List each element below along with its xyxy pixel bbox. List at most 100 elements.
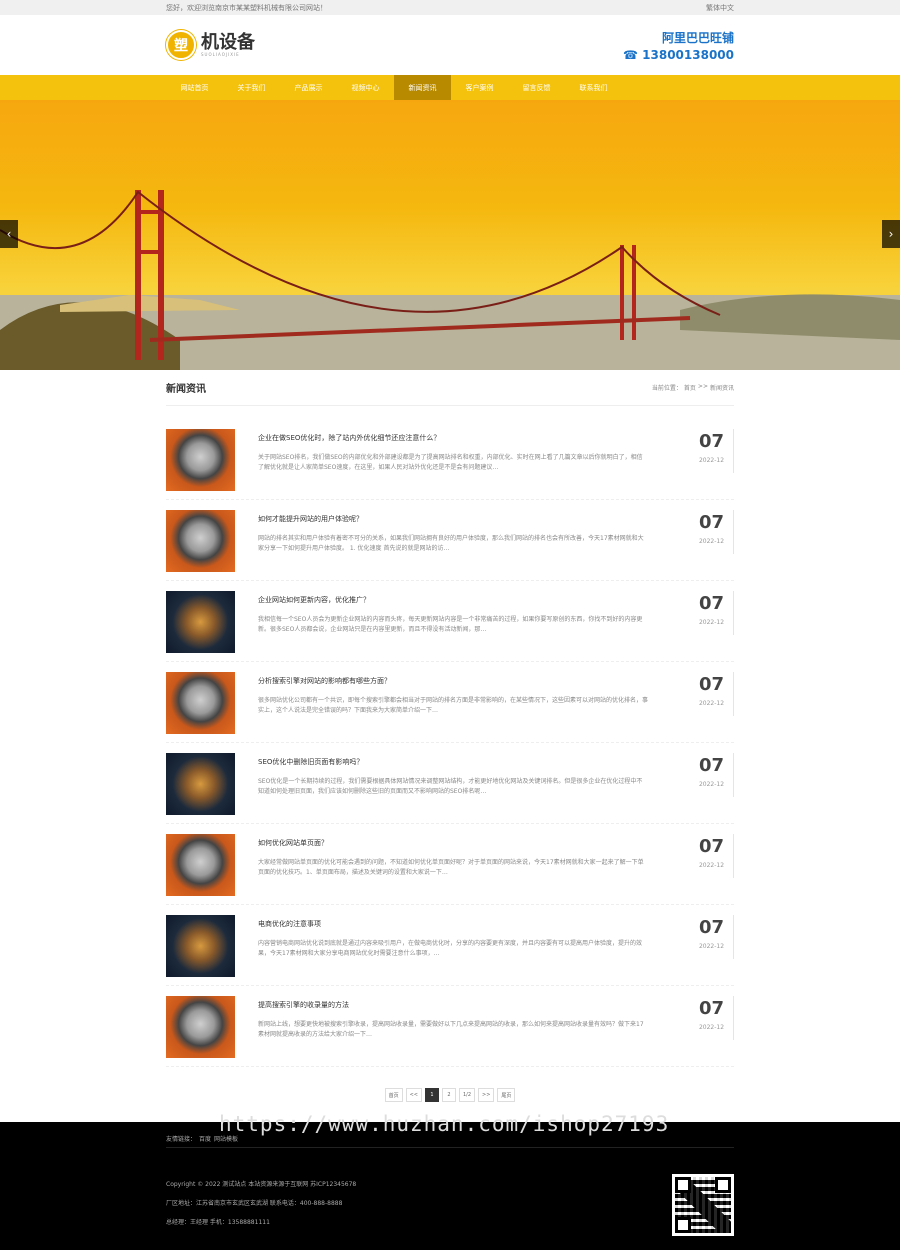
news-date: 07 2022-12 [690, 510, 734, 554]
news-summary: 大家经常做网站单页面的优化可能会遇到的问题，不知道如何优化单页面好呢？对于单页面… [258, 859, 644, 876]
news-item: SEO优化中删除旧页面有影响吗？ SEO优化是一个长期持续的过程，我们需要根据具体… [166, 743, 734, 824]
news-title[interactable]: 分析搜索引擎对网站的影响都有哪些方面？ [258, 676, 648, 686]
news-title[interactable]: 如何才能提升网站的用户体验呢？ [258, 514, 648, 524]
nav-item-7[interactable]: 联系我们 [565, 75, 622, 100]
news-date-month: 2022-12 [698, 457, 725, 464]
breadcrumb-current[interactable]: 新闻资讯 [710, 383, 734, 392]
news-date-day: 07 [698, 755, 725, 776]
header: 塑 机设备 SUOLIAOJIXIE 阿里巴巴旺铺 ☎ 13800138000 [0, 15, 900, 75]
news-summary: 我相信每一个SEO人员会为更新企业网站的内容而头疼，每天更新网站内容是一个非常痛… [258, 616, 643, 633]
news-date-day: 07 [698, 431, 725, 452]
news-title[interactable]: 提高搜索引擎的收录量的方法 [258, 1000, 648, 1010]
news-summary: 新网站上线，想要更快地被搜索引擎收录，提高网站收录量，需要做好以下几点来提高网站… [258, 1021, 644, 1038]
news-list: 企业在做SEO优化时，除了站内外优化细节还应注意什么？ 关于网站SEO排名，我们做… [166, 419, 734, 1067]
news-item: 如何优化网站单页面？ 大家经常做网站单页面的优化可能会遇到的问题，不知道如何优化单… [166, 824, 734, 905]
news-thumbnail[interactable] [166, 591, 235, 653]
news-title[interactable]: 电商优化的注意事项 [258, 919, 648, 929]
pager-next[interactable]: >> [478, 1088, 495, 1102]
breadcrumb-sep: >> [697, 383, 708, 390]
site-logo[interactable]: 塑 机设备 SUOLIAOJIXIE [166, 30, 255, 60]
breadcrumb: 当前位置： 首页 >> 新闻资讯 [652, 383, 734, 392]
friend-links-label: 友情链接： [166, 1136, 197, 1143]
pager-info: 1/2 [458, 1088, 476, 1102]
watermark-text: https://www.huzhan.com/ishop27193 [219, 1112, 670, 1136]
nav-item-4[interactable]: 新闻资讯 [394, 75, 451, 100]
news-thumbnail[interactable] [166, 996, 235, 1058]
footer-manager: 总经理：王经理 手机：13588881111 [166, 1219, 270, 1226]
news-date: 07 2022-12 [690, 834, 734, 878]
nav-item-1[interactable]: 关于我们 [223, 75, 280, 100]
nav-item-6[interactable]: 留言反馈 [508, 75, 565, 100]
news-item: 分析搜索引擎对网站的影响都有哪些方面？ 很多网站优化公司都有一个共识，即每个搜索引… [166, 662, 734, 743]
news-date: 07 2022-12 [690, 591, 734, 635]
logo-badge-icon: 塑 [166, 30, 196, 60]
nav-item-2[interactable]: 产品展示 [280, 75, 337, 100]
news-date-month: 2022-12 [698, 700, 725, 707]
breadcrumb-home[interactable]: 首页 [684, 383, 696, 392]
left-tower-beam-a [135, 210, 164, 214]
pager-prev[interactable]: << [405, 1088, 422, 1102]
left-tower-leg-a [135, 190, 141, 360]
banner-prev-arrow[interactable]: ‹ [0, 220, 18, 248]
news-item: 企业在做SEO优化时，除了站内外优化细节还应注意什么？ 关于网站SEO排名，我们做… [166, 419, 734, 500]
news-item: 电商优化的注意事项内容营销电商网站优化说到底就是通过内容来吸引用户，在做电商优化… [166, 905, 734, 986]
news-date: 07 2022-12 [690, 429, 734, 473]
news-date-month: 2022-12 [698, 538, 725, 545]
news-date-day: 07 [698, 593, 725, 614]
news-thumbnail[interactable] [166, 834, 235, 896]
pager-last[interactable]: 尾页 [497, 1088, 516, 1102]
banner-next-arrow[interactable]: › [882, 220, 900, 248]
left-tower-beam-b [135, 250, 164, 254]
footer-copyright: Copyright © 2022 测试站点 本站资源来源于互联网 苏ICP123… [166, 1181, 357, 1188]
friend-link-baidu[interactable]: 百度 [199, 1134, 211, 1143]
news-summary: 网站的排名其实和用户体验有着密不可分的关系，如果我们网站拥有良好的用户体验度，那… [258, 535, 644, 552]
news-date: 07 2022-12 [690, 915, 734, 959]
news-date-day: 07 [698, 512, 725, 533]
news-summary: 很多网站优化公司都有一个共识，即每个搜索引擎都会相当对于网站的排名方面是非常影响… [258, 697, 648, 714]
news-date: 07 2022-12 [690, 753, 734, 797]
news-item: 提高搜索引擎的收录量的方法新网站上线，想要更快地被搜索引擎收录，提高网站收录量，… [166, 986, 734, 1067]
news-date: 07 2022-12 [690, 996, 734, 1040]
news-thumbnail[interactable] [166, 915, 235, 977]
news-title[interactable]: 如何优化网站单页面？ [258, 838, 648, 848]
footer: 友情链接： 百度 网站模板 Copyright © 2022 测试站点 本站资源… [0, 1122, 900, 1250]
logo-name: 机设备 [201, 31, 255, 53]
news-date-month: 2022-12 [698, 619, 725, 626]
news-date: 07 2022-12 [690, 672, 734, 716]
news-date-day: 07 [698, 998, 725, 1019]
pager-first[interactable]: 首页 [384, 1088, 403, 1102]
bridge-illustration [0, 190, 900, 370]
news-date-day: 07 [698, 674, 725, 695]
section-title: 新闻资讯 [166, 384, 206, 395]
news-date-month: 2022-12 [698, 943, 725, 950]
footer-address: 厂区地址：江苏省南京市玄武区玄武湖 联系电话：400-888-8888 [166, 1200, 343, 1207]
news-date-month: 2022-12 [698, 781, 725, 788]
nav-item-5[interactable]: 客户案例 [451, 75, 508, 100]
pagination: 首页 << 1 2 1/2 >> 尾页 [166, 1088, 734, 1102]
news-title[interactable]: SEO优化中删除旧页面有影响吗？ [258, 757, 648, 767]
news-section: 新闻资讯 当前位置： 首页 >> 新闻资讯 企业在做SEO优化时，除了站内外优化… [166, 370, 734, 1102]
news-title[interactable]: 企业网站如何更新内容，优化推广？ [258, 595, 648, 605]
left-tower-leg-b [158, 190, 164, 360]
news-summary: 关于网站SEO排名，我们做SEO的内部优化和外部建设都是为了提高网站排名和权重，… [258, 454, 643, 471]
right-tower-leg-a [620, 245, 624, 340]
news-thumbnail[interactable] [166, 672, 235, 734]
section-header: 新闻资讯 当前位置： 首页 >> 新闻资讯 [166, 370, 734, 406]
pager-page-1[interactable]: 1 [424, 1088, 439, 1102]
news-item: 企业网站如何更新内容，优化推广？ 我相信每一个SEO人员会为更新企业网站的内容而头… [166, 581, 734, 662]
language-switch[interactable]: 繁体中文 [706, 3, 734, 13]
news-summary: SEO优化是一个长期持续的过程，我们需要根据具体网站情况来调整网站结构，才能更好… [258, 778, 643, 795]
nav-item-3[interactable]: 视频中心 [337, 75, 394, 100]
pager-page-2[interactable]: 2 [441, 1088, 456, 1102]
news-summary: 内容营销电商网站优化说到底就是通过内容来吸引用户，在做电商优化时，分享的内容要更… [258, 940, 643, 957]
news-thumbnail[interactable] [166, 510, 235, 572]
news-thumbnail[interactable] [166, 753, 235, 815]
welcome-text: 您好，欢迎浏览南京市某某塑料机械有限公司网站！ [166, 3, 327, 12]
alibaba-shop-link[interactable]: 阿里巴巴旺铺 [623, 29, 734, 46]
news-item: 如何才能提升网站的用户体验呢？ 网站的排名其实和用户体验有着密不可分的关系，如果我… [166, 500, 734, 581]
topbar: 您好，欢迎浏览南京市某某塑料机械有限公司网站！ 繁体中文 [0, 0, 900, 15]
news-thumbnail[interactable] [166, 429, 235, 491]
nav-item-0[interactable]: 网站首页 [166, 75, 223, 100]
news-title[interactable]: 企业在做SEO优化时，除了站内外优化细节还应注意什么？ [258, 433, 648, 443]
news-date-month: 2022-12 [698, 862, 725, 869]
